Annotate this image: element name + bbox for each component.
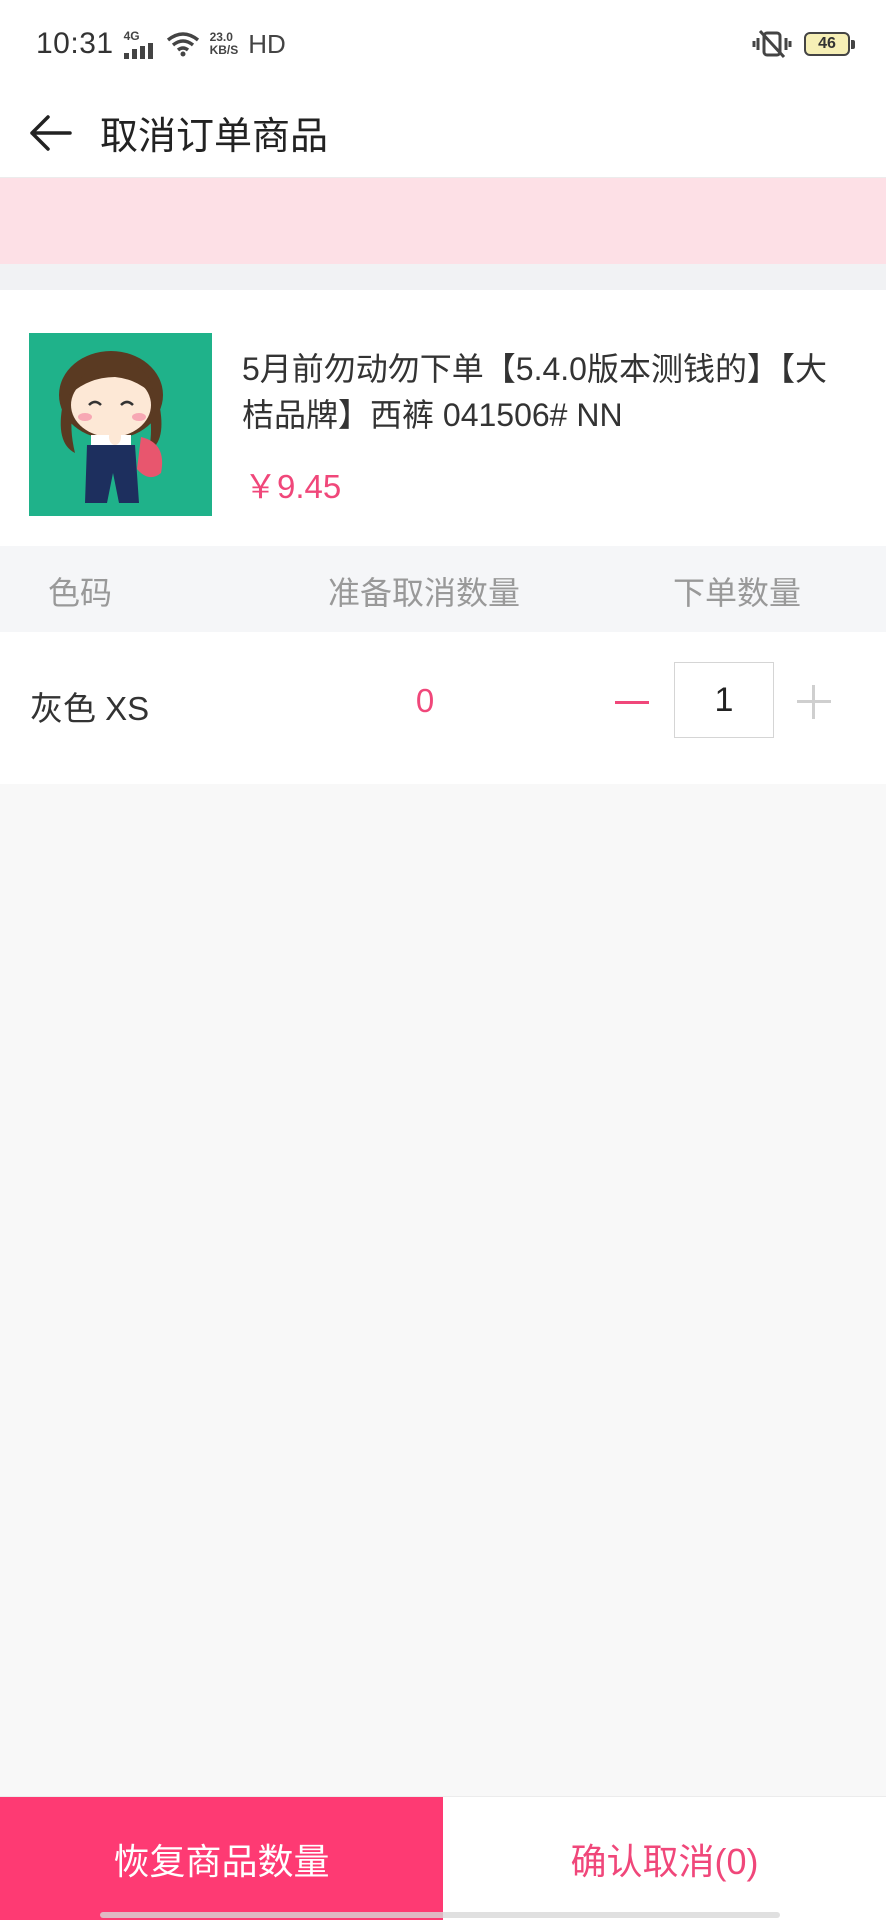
signal-icon: 4G (123, 28, 156, 59)
table-row: 灰色 XS 0 1 (0, 632, 886, 784)
header: 取消订单商品 (0, 88, 886, 178)
page-title: 取消订单商品 (100, 116, 329, 158)
confirm-cancel-button[interactable]: 确认取消(0) (443, 1797, 886, 1920)
quantity-input[interactable]: 1 (674, 662, 774, 738)
restore-quantity-button[interactable]: 恢复商品数量 (0, 1797, 443, 1920)
column-header-order-qty: 下单数量 (673, 575, 802, 611)
speed-unit: KB/S (209, 43, 239, 57)
divider (0, 264, 886, 290)
status-time: 10:31 (36, 27, 114, 60)
column-header-cancel-qty: 准备取消数量 (328, 575, 521, 611)
product-price: ￥9.45 (244, 468, 342, 505)
network-label: 4G (123, 28, 140, 43)
status-bar: 10:31 4G 23.0 KB/S HD 46 (0, 0, 886, 88)
signal-bars-icon (123, 42, 153, 59)
notice-banner (0, 178, 886, 264)
status-left: 10:31 4G 23.0 KB/S HD (36, 27, 286, 61)
bottom-action-bar: 恢复商品数量 确认取消(0) (0, 1796, 886, 1920)
product-image (29, 333, 212, 516)
back-button[interactable] (0, 88, 100, 178)
table-header: 色码 准备取消数量 下单数量 (0, 546, 886, 632)
cartoon-girl-image (29, 333, 212, 516)
increase-qty-button[interactable] (786, 674, 842, 730)
product-name: 5月前勿动勿下单【5.4.0版本测钱的】【大桔品牌】西裤 041506# NN (242, 351, 827, 433)
vibrate-off-icon (752, 29, 792, 59)
status-right: 46 (752, 29, 855, 59)
hd-indicator: HD (248, 28, 286, 59)
wifi-icon (166, 32, 199, 57)
battery-icon: 46 (804, 32, 855, 56)
network-speed: 23.0 KB/S (210, 31, 239, 57)
arrow-left-icon (30, 114, 72, 151)
page: 10:31 4G 23.0 KB/S HD 46 取消订单商品 5月前勿动勿下单… (0, 0, 886, 1920)
column-header-color: 色码 (48, 575, 113, 611)
home-indicator (100, 1912, 780, 1918)
product-card: 5月前勿动勿下单【5.4.0版本测钱的】【大桔品牌】西裤 041506# NN … (0, 290, 886, 546)
decrease-qty-button[interactable] (604, 674, 660, 730)
